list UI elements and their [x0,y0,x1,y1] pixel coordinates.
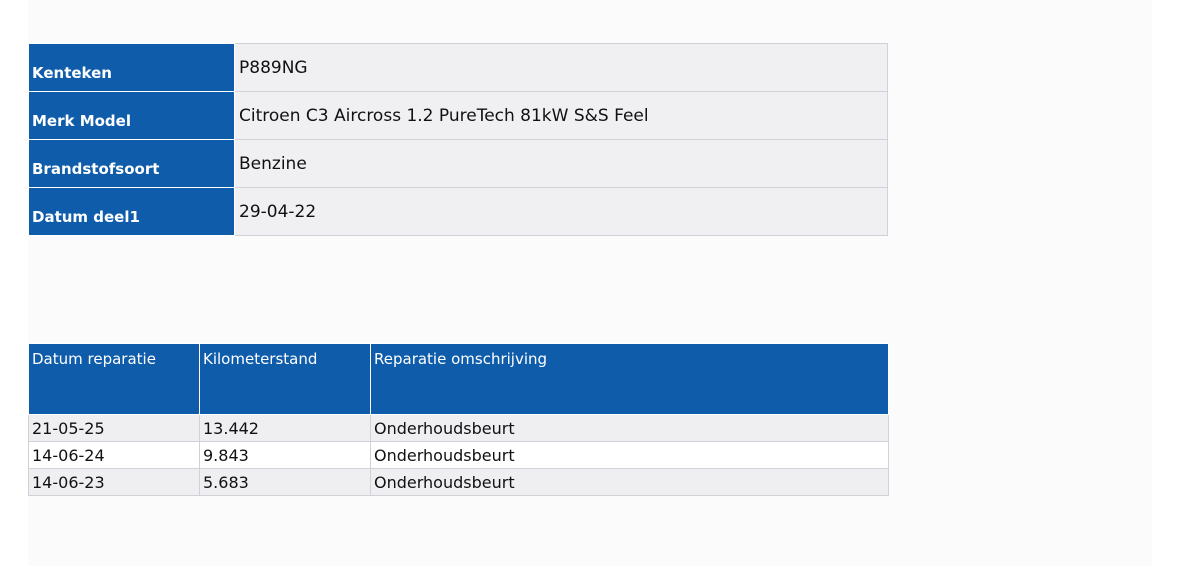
datum-deel1-value: 29-04-22 [234,187,888,236]
repair-km: 13.442 [199,414,371,442]
merk-model-value: Citroen C3 Aircross 1.2 PureTech 81kW S&… [234,91,888,140]
vehicle-info-table: Kenteken P889NG Merk Model Citroen C3 Ai… [28,43,888,236]
kenteken-value: P889NG [234,43,888,92]
vehicle-row-merk-model: Merk Model Citroen C3 Aircross 1.2 PureT… [28,91,888,140]
vehicle-row-kenteken: Kenteken P889NG [28,43,888,92]
table-row: 14-06-23 5.683 Onderhoudsbeurt [28,468,889,496]
vehicle-row-datum-deel1: Datum deel1 29-04-22 [28,187,888,236]
brandstofsoort-label: Brandstofsoort [28,139,235,188]
kenteken-label: Kenteken [28,43,235,92]
repair-description: Onderhoudsbeurt [370,441,889,469]
repair-date: 14-06-24 [28,441,200,469]
repair-km: 5.683 [199,468,371,496]
repair-description: Onderhoudsbeurt [370,414,889,442]
table-row: 14-06-24 9.843 Onderhoudsbeurt [28,441,889,469]
merk-model-label: Merk Model [28,91,235,140]
datum-deel1-label: Datum deel1 [28,187,235,236]
repair-date: 21-05-25 [28,414,200,442]
repair-description: Onderhoudsbeurt [370,468,889,496]
table-row: 21-05-25 13.442 Onderhoudsbeurt [28,414,889,442]
header-datum-reparatie: Datum reparatie [28,343,200,415]
repairs-table: Datum reparatie Kilometerstand Reparatie… [28,343,889,496]
repairs-header-row: Datum reparatie Kilometerstand Reparatie… [28,343,889,415]
header-reparatie-omschrijving: Reparatie omschrijving [370,343,889,415]
brandstofsoort-value: Benzine [234,139,888,188]
repair-km: 9.843 [199,441,371,469]
repair-date: 14-06-23 [28,468,200,496]
header-kilometerstand: Kilometerstand [199,343,371,415]
vehicle-row-brandstofsoort: Brandstofsoort Benzine [28,139,888,188]
